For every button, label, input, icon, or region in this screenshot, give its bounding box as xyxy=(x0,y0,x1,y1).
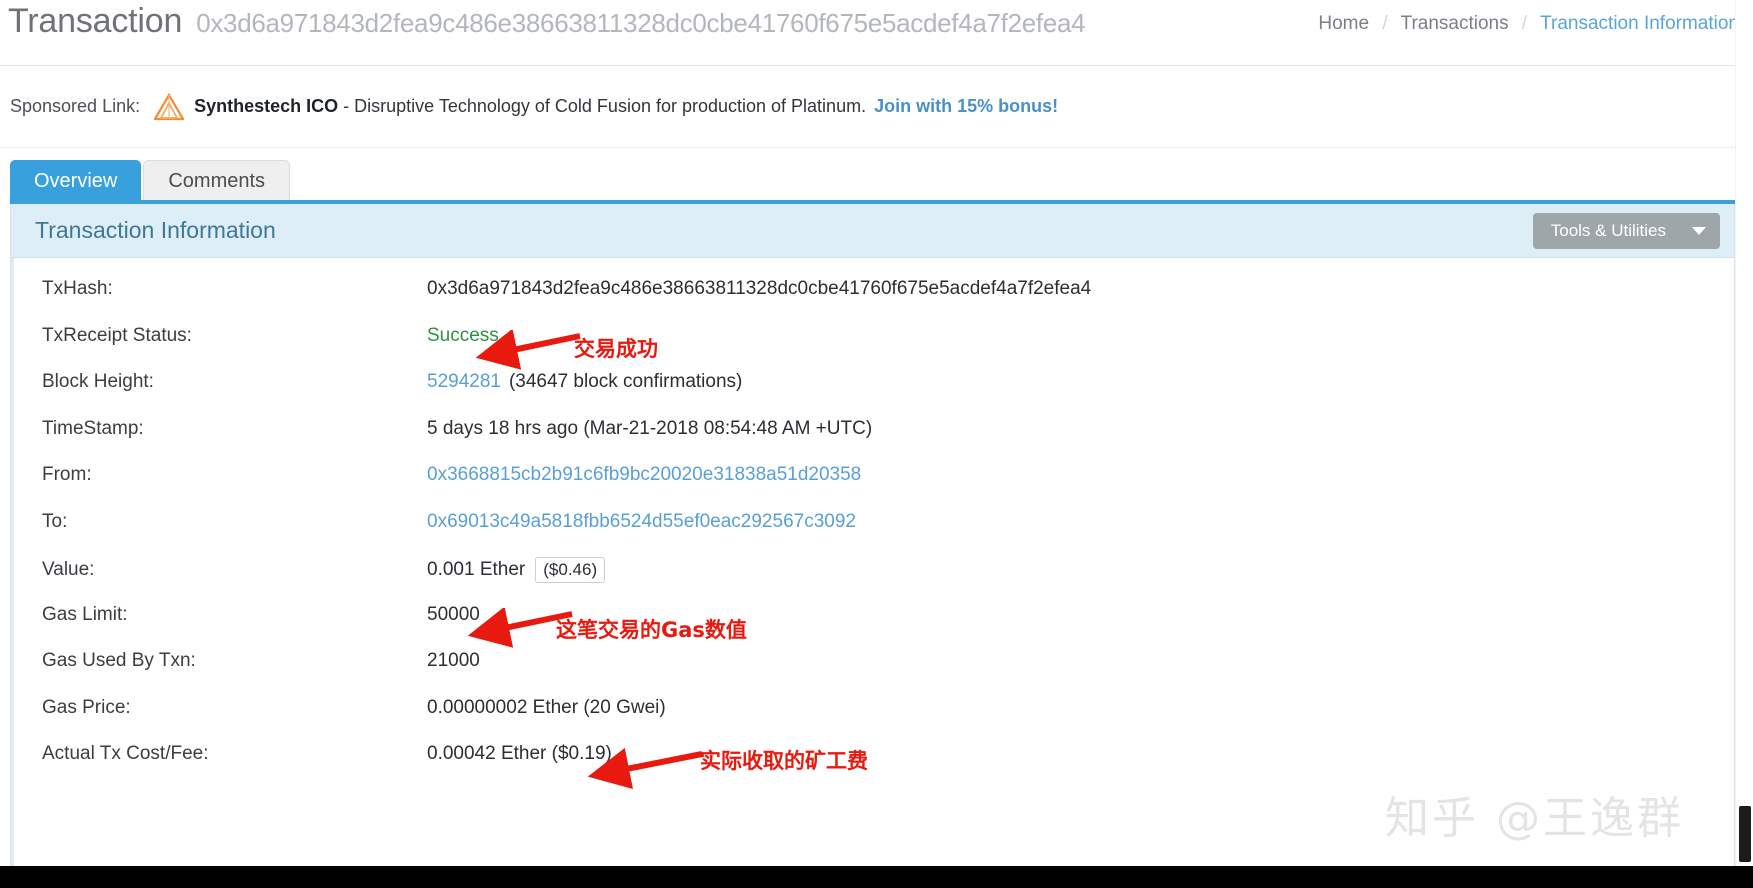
table-row: Value: 0.001 Ether ($0.46) xyxy=(14,557,1734,604)
row-value-value: 0.001 Ether ($0.46) xyxy=(427,557,606,584)
table-row: Gas Used By Txn: 21000 xyxy=(14,650,1734,697)
sponsored-label: Sponsored Link: xyxy=(10,96,141,116)
transaction-detail-page: Transaction 0x3d6a971843d2fea9c486e38663… xyxy=(0,0,1753,888)
annotation-arrow-success xyxy=(475,330,581,370)
table-row: From: 0x3668815cb2b91c6fb9bc20020e31838a… xyxy=(14,464,1734,511)
row-value-timestamp: 5 days 18 hrs ago (Mar-21-2018 08:54:48 … xyxy=(427,417,873,439)
table-row: Gas Price: 0.00000002 Ether (20 Gwei) xyxy=(14,697,1734,744)
row-value-to: 0x69013c49a5818fbb6524d55ef0eac292567c30… xyxy=(427,511,856,533)
sponsored-link-bar: Sponsored Link: Synthestech ICO - Disrup… xyxy=(0,66,1753,148)
page-right-gutter xyxy=(1735,0,1753,866)
sponsored-cta-link[interactable]: Join with 15% bonus! xyxy=(874,96,1058,117)
vertical-scrollbar-thumb[interactable] xyxy=(1739,806,1751,862)
row-label-block-height: Block Height: xyxy=(42,371,154,392)
table-row: TxReceipt Status: Success xyxy=(14,325,1734,372)
row-label-gas-price: Gas Price: xyxy=(42,696,131,718)
annotation-text-gas-limit: 这笔交易的Gas数值 xyxy=(556,618,747,642)
triangle-logo-icon xyxy=(153,92,186,121)
row-label-gas-used: Gas Used By Txn: xyxy=(42,650,196,671)
panel-header: Transaction Information Tools & Utilitie… xyxy=(11,204,1734,258)
table-row: TxHash: 0x3d6a971843d2fea9c486e386638113… xyxy=(14,278,1734,325)
sponsored-brand[interactable]: Synthestech ICO xyxy=(194,96,338,117)
tab-bar: Overview Comments xyxy=(10,160,291,202)
watermark: 知乎 @王逸群 xyxy=(1385,793,1684,844)
table-row: Block Height: 5294281 (34647 block confi… xyxy=(14,371,1734,418)
chevron-down-icon xyxy=(1692,227,1706,235)
row-label-timestamp: TimeStamp: xyxy=(42,417,144,439)
value-ether: 0.001 Ether xyxy=(427,559,526,581)
row-label-from: From: xyxy=(42,464,92,485)
row-label-txhash: TxHash: xyxy=(42,278,113,299)
breadcrumb: Home / Transactions / Transaction Inform… xyxy=(1318,13,1739,35)
table-row: Gas Limit: 50000 xyxy=(14,604,1734,651)
annotation-text-tx-fee: 实际收取的矿工费 xyxy=(700,749,868,773)
panel-title: Transaction Information xyxy=(35,217,276,243)
table-row: To: 0x69013c49a5818fbb6524d55ef0eac29256… xyxy=(14,511,1734,558)
transaction-information-panel: Transaction Information Tools & Utilitie… xyxy=(10,204,1735,882)
breadcrumb-separator: / xyxy=(1521,13,1528,34)
tab-comments[interactable]: Comments xyxy=(143,160,291,202)
page-header: Transaction 0x3d6a971843d2fea9c486e38663… xyxy=(0,0,1753,66)
row-value-from: 0x3668815cb2b91c6fb9bc20020e31838a51d203… xyxy=(427,464,861,486)
row-label-gas-limit: Gas Limit: xyxy=(42,603,128,625)
page-title-hash: 0x3d6a971843d2fea9c486e38663811328dc0cbe… xyxy=(196,8,1086,38)
row-label-value: Value: xyxy=(42,559,95,581)
row-label-to: To: xyxy=(42,510,68,532)
to-address-link[interactable]: 0x69013c49a5818fbb6524d55ef0eac292567c30… xyxy=(427,511,856,533)
sponsored-description: - Disruptive Technology of Cold Fusion f… xyxy=(343,96,867,116)
page-title: Transaction xyxy=(8,2,183,40)
annotation-text-success: 交易成功 xyxy=(574,337,658,361)
page-title-group: Transaction 0x3d6a971843d2fea9c486e38663… xyxy=(8,2,1086,41)
table-row: TimeStamp: 5 days 18 hrs ago (Mar-21-201… xyxy=(14,418,1734,465)
breadcrumb-current: Transaction Information xyxy=(1540,13,1739,34)
tab-overview[interactable]: Overview xyxy=(10,160,142,202)
row-value-txhash: 0x3d6a971843d2fea9c486e38663811328dc0cbe… xyxy=(427,278,1092,299)
annotation-arrow-tx-fee xyxy=(587,748,703,790)
tools-and-utilities-button[interactable]: Tools & Utilities xyxy=(1532,213,1720,249)
from-address-link[interactable]: 0x3668815cb2b91c6fb9bc20020e31838a51d203… xyxy=(427,464,861,486)
browser-bottom-strip xyxy=(0,866,1753,888)
row-label-actual-tx-cost: Actual Tx Cost/Fee: xyxy=(42,743,209,764)
value-usd-chip: ($0.46) xyxy=(535,557,606,584)
row-value-gas-price: 0.00000002 Ether (20 Gwei) xyxy=(427,696,666,718)
breadcrumb-transactions[interactable]: Transactions xyxy=(1401,13,1509,34)
tools-button-label: Tools & Utilities xyxy=(1550,221,1666,240)
breadcrumb-separator: / xyxy=(1382,13,1388,34)
breadcrumb-home[interactable]: Home xyxy=(1318,13,1369,34)
row-label-txreceipt-status: TxReceipt Status: xyxy=(42,324,192,346)
